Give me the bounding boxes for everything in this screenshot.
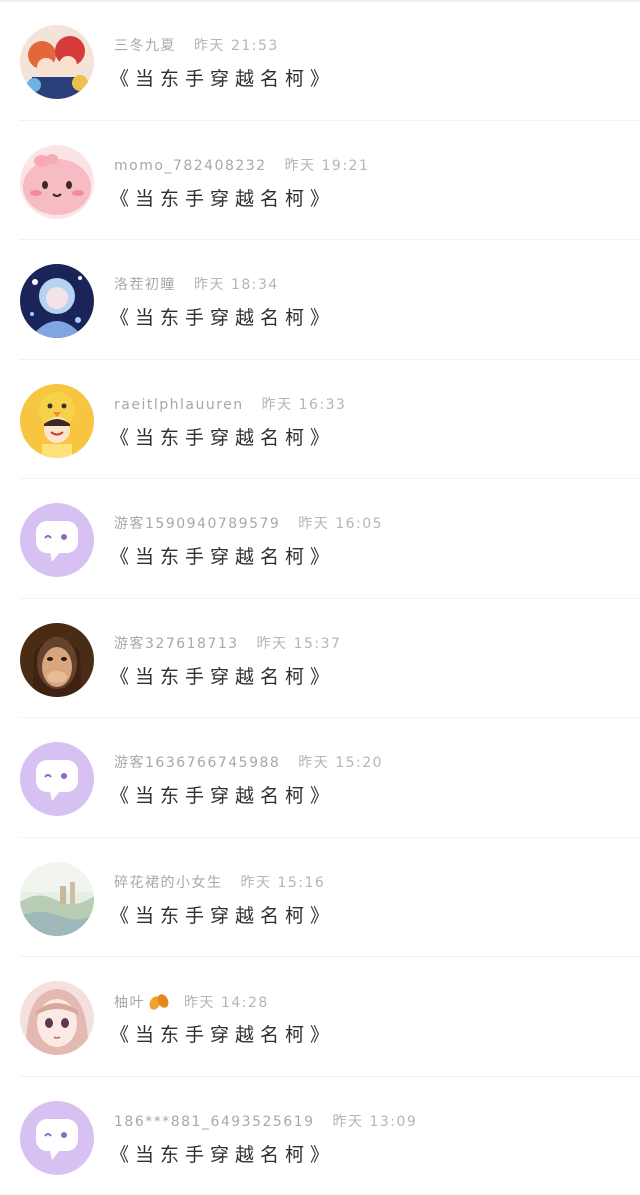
comment-item[interactable]: 洛茬初瞳 昨天 18:34 《当东手穿越名柯》 [0,239,640,359]
timestamp: 昨天 18:34 [194,277,279,293]
comment-item[interactable]: 碎花裙的小女生 昨天 15:16 《当东手穿越名柯》 [0,837,640,957]
comment-item[interactable]: raeitlphlauuren 昨天 16:33 《当东手穿越名柯》 [0,359,640,479]
anime-girl-avatar-icon[interactable] [20,264,94,338]
comment-item[interactable]: 186***881_6493525619 昨天 13:09 《当东手穿越名柯》 [0,1076,640,1195]
comment-item[interactable]: 柚叶 昨天 14:28 《当东手穿越名柯》 [0,956,640,1076]
comment-item[interactable]: 游客1590940789579 昨天 16:05 《当东手穿越名柯》 [0,478,640,598]
username[interactable]: 洛茬初瞳 [114,277,176,293]
comment-text: 《当东手穿越名柯》 [110,664,335,690]
photo-avatar-icon[interactable] [20,623,94,697]
username[interactable]: 186***881_6493525619 [114,1114,315,1130]
comment-meta: 游客327618713 昨天 15:37 [114,634,341,654]
timestamp: 昨天 15:20 [298,755,383,771]
username[interactable]: momo_782408232 [114,158,267,174]
guest-chat-bubble-icon[interactable] [20,1101,94,1175]
comment-text: 《当东手穿越名柯》 [110,66,335,92]
comment-list: 三冬九夏 昨天 21:53 《当东手穿越名柯》 momo_782408232 昨天 … [0,0,640,1195]
username[interactable]: 游客1636766745988 [114,755,280,771]
pink-blob-avatar-icon[interactable] [20,145,94,219]
username[interactable]: 游客327618713 [114,636,239,652]
comment-text: 《当东手穿越名柯》 [110,783,335,809]
anime-face-avatar-icon[interactable] [20,981,94,1055]
comment-item[interactable]: 游客327618713 昨天 15:37 《当东手穿越名柯》 [0,598,640,718]
comment-meta: momo_782408232 昨天 19:21 [114,156,369,176]
comment-item[interactable]: momo_782408232 昨天 19:21 《当东手穿越名柯》 [0,120,640,240]
timestamp: 昨天 14:28 [184,995,269,1011]
leaf-emoji-icon [148,992,170,1016]
timestamp: 昨天 15:37 [257,636,342,652]
comment-meta: raeitlphlauuren 昨天 16:33 [114,395,346,415]
comment-meta: 游客1636766745988 昨天 15:20 [114,753,383,773]
comment-text: 《当东手穿越名柯》 [110,1142,335,1168]
timestamp: 昨天 16:05 [298,516,383,532]
username[interactable]: 碎花裙的小女生 [114,875,223,891]
comment-meta: 碎花裙的小女生 昨天 15:16 [114,873,325,893]
timestamp: 昨天 15:16 [241,875,326,891]
comment-text: 《当东手穿越名柯》 [110,544,335,570]
comment-item[interactable]: 游客1636766745988 昨天 15:20 《当东手穿越名柯》 [0,717,640,837]
timestamp: 昨天 21:53 [194,38,279,54]
landscape-avatar-icon[interactable] [20,862,94,936]
comment-meta: 游客1590940789579 昨天 16:05 [114,514,383,534]
username[interactable]: 柚叶 [114,995,145,1011]
comment-text: 《当东手穿越名柯》 [110,903,335,929]
comment-meta: 柚叶 昨天 14:28 [114,992,269,1016]
timestamp: 昨天 16:33 [262,397,347,413]
comment-meta: 186***881_6493525619 昨天 13:09 [114,1112,417,1132]
anime-group-avatar-icon[interactable] [20,25,94,99]
comment-text: 《当东手穿越名柯》 [110,305,335,331]
timestamp: 昨天 13:09 [333,1114,418,1130]
comment-meta: 洛茬初瞳 昨天 18:34 [114,275,279,295]
comment-text: 《当东手穿越名柯》 [110,425,335,451]
username[interactable]: raeitlphlauuren [114,397,244,413]
timestamp: 昨天 19:21 [285,158,370,174]
comment-text: 《当东手穿越名柯》 [110,1022,335,1048]
comment-text: 《当东手穿越名柯》 [110,186,335,212]
username[interactable]: 三冬九夏 [114,38,176,54]
username[interactable]: 游客1590940789579 [114,516,280,532]
comment-item[interactable]: 三冬九夏 昨天 21:53 《当东手穿越名柯》 [0,0,640,120]
guest-chat-bubble-icon[interactable] [20,742,94,816]
guest-chat-bubble-icon[interactable] [20,503,94,577]
chick-hat-avatar-icon[interactable] [20,384,94,458]
comment-meta: 三冬九夏 昨天 21:53 [114,36,279,56]
